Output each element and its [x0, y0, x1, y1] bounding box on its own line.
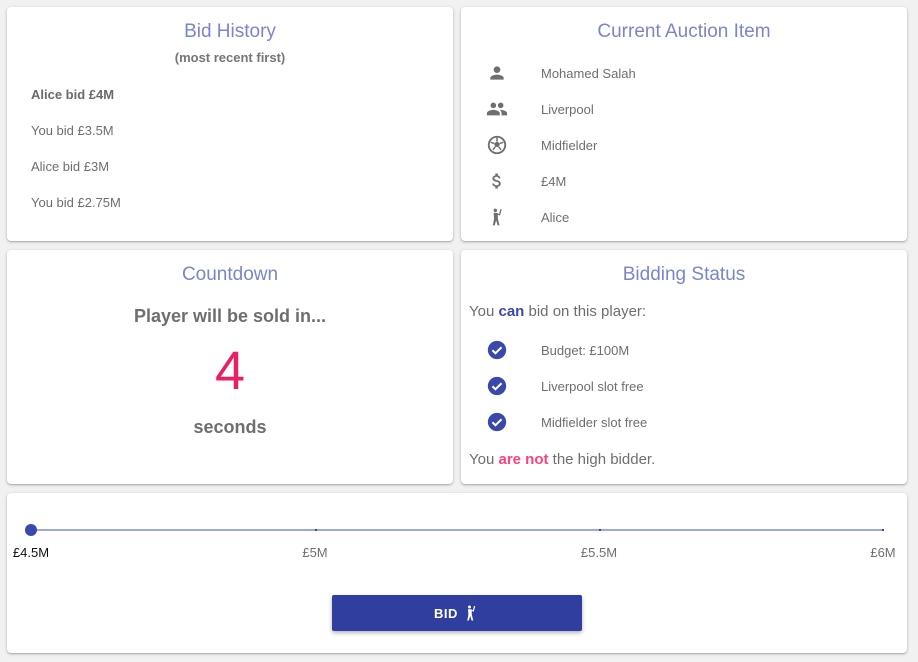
person-icon [485, 61, 509, 85]
bid-history-card: Bid History (most recent first) Alice bi… [7, 7, 453, 241]
check-text: Midfielder slot free [541, 414, 648, 430]
check-circle-icon [485, 338, 509, 362]
bid-history-title: Bid History [184, 21, 276, 42]
high-bidder-message: You are not the high bidder. [469, 451, 655, 468]
item-player-name: Mohamed Salah [541, 65, 636, 81]
countdown-title: Countdown [181, 264, 279, 285]
bid-history-entry: Alice bid £3M [31, 159, 110, 174]
raised-hand-person-icon [462, 603, 480, 623]
can-prefix: You [469, 303, 499, 320]
item-row-high-bidder: Alice [485, 205, 569, 229]
item-row-player: Mohamed Salah [485, 61, 636, 85]
countdown-subtitle: Player will be sold in... [133, 306, 327, 326]
check-row: Liverpool slot free [485, 374, 644, 398]
bid-button[interactable]: BID [332, 595, 582, 631]
check-text: Liverpool slot free [541, 378, 644, 394]
item-high-bidder: Alice [541, 209, 570, 225]
auction-item-card: Current Auction Item Mohamed Salah Liver… [461, 7, 907, 241]
slider-tick-label: £4.5M [12, 545, 50, 560]
item-row-team: Liverpool [485, 97, 594, 121]
check-row: Midfielder slot free [485, 410, 647, 434]
bid-history-subtitle: (most recent first) [174, 50, 286, 65]
slider-thumb[interactable] [25, 524, 37, 536]
high-prefix: You [469, 451, 499, 468]
bidding-status-card: Bidding Status You can bid on this playe… [461, 250, 907, 484]
item-position: Midfielder [541, 137, 598, 153]
dollar-icon [485, 169, 509, 193]
item-row-position: Midfielder [485, 133, 597, 157]
countdown-unit: seconds [193, 417, 267, 437]
bid-slider[interactable] [25, 524, 884, 536]
bid-button-label: BID [434, 605, 458, 621]
countdown-card: Countdown Player will be sold in... 4 se… [7, 250, 453, 484]
can-bid-message: You can bid on this player: [469, 303, 646, 320]
countdown-number: 4 [214, 341, 246, 401]
high-word: are not [498, 451, 549, 468]
slider-tick-label: £5M [302, 545, 328, 560]
raised-hand-person-icon [485, 205, 509, 229]
slider-tick [315, 529, 317, 531]
bid-history-entry: You bid £2.75M [31, 195, 121, 210]
soccer-ball-icon [485, 133, 509, 157]
check-circle-icon [485, 410, 509, 434]
slider-track[interactable] [31, 529, 884, 531]
item-team: Liverpool [541, 101, 594, 117]
item-price: £4M [541, 173, 567, 189]
bid-history-entry: Alice bid £4M [31, 87, 115, 102]
item-row-price: £4M [485, 169, 566, 193]
slider-tick [882, 529, 884, 531]
bid-history-entry: You bid £3.5M [31, 123, 114, 138]
high-suffix: the high bidder. [548, 451, 656, 468]
check-text: Budget: £100M [541, 342, 630, 358]
auction-item-title: Current Auction Item [597, 21, 771, 42]
group-icon [485, 97, 509, 121]
slider-tick [599, 529, 601, 531]
slider-tick-label: £6M [870, 545, 896, 560]
slider-tick-label: £5.5M [580, 545, 618, 560]
can-word: can [498, 303, 525, 320]
check-circle-icon [485, 374, 509, 398]
check-row: Budget: £100M [485, 338, 629, 362]
can-suffix: bid on this player: [524, 303, 647, 320]
bidding-status-title: Bidding Status [622, 264, 746, 285]
